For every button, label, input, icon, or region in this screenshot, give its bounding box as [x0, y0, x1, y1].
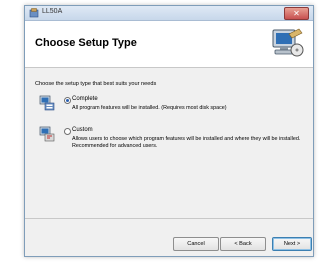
custom-setup-icon [39, 126, 55, 142]
next-button[interactable]: Next > [272, 237, 312, 251]
complete-setup-icon [39, 95, 55, 111]
custom-option-description: Allows users to choose which program fea… [72, 136, 301, 149]
complete-option-label[interactable]: Complete [72, 96, 98, 102]
installer-app-icon [29, 8, 39, 18]
page-title: Choose Setup Type [35, 37, 137, 49]
cancel-button[interactable]: Cancel [173, 237, 219, 251]
footer-divider [25, 218, 313, 219]
wizard-header: Choose Setup Type [25, 21, 313, 68]
title-bar: LL50A ✕ [25, 6, 313, 21]
setup-type-prompt: Choose the setup type that best suits yo… [35, 81, 157, 87]
computer-setup-icon [272, 28, 304, 57]
custom-option-label[interactable]: Custom [72, 127, 93, 133]
close-icon: ✕ [293, 9, 300, 18]
complete-option-description: All program features will be installed. … [72, 105, 227, 111]
back-button[interactable]: < Back [220, 237, 266, 251]
setup-window: LL50A ✕ Choose Setup Type Choose the set… [24, 5, 314, 257]
close-button[interactable]: ✕ [284, 7, 309, 20]
wizard-body: Choose the setup type that best suits yo… [25, 68, 313, 218]
window-title: LL50A [42, 8, 63, 15]
complete-radio[interactable] [64, 97, 71, 104]
custom-radio[interactable] [64, 128, 71, 135]
